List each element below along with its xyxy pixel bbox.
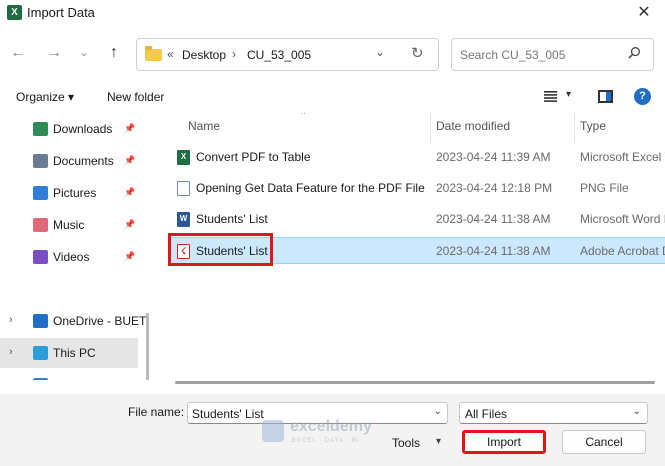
pin-icon[interactable]: 📌 <box>124 187 135 198</box>
file-type: Adobe Acrobat D <box>580 244 665 258</box>
sidebar-item-pictures[interactable]: Pictures 📌 <box>0 178 138 208</box>
file-name-label: File name: <box>128 405 185 419</box>
window-title: Import Data <box>27 5 95 20</box>
forward-arrow-icon[interactable]: → <box>43 42 65 64</box>
sidebar-item-onedrive-buet[interactable]: › OneDrive - BUET <box>0 306 146 336</box>
file-name-value[interactable]: Students' List <box>192 407 264 421</box>
sidebar-item-label: Downloads <box>53 122 113 136</box>
horizontal-scrollbar[interactable] <box>175 381 655 384</box>
sidebar-item-downloads[interactable]: Downloads 📌 <box>0 114 138 144</box>
cancel-button[interactable]: Cancel <box>562 430 646 454</box>
file-type-value[interactable]: All Files <box>465 407 507 421</box>
selected-file-highlight <box>168 233 273 266</box>
expand-chevron-icon[interactable]: › <box>9 314 13 326</box>
sidebar-item-this-pc[interactable]: › This PC <box>0 338 138 368</box>
title-bar: Import Data ✕ <box>0 0 665 26</box>
file-type: PNG File <box>580 181 629 195</box>
watermark-tagline: EXCEL · DATA · BI <box>292 438 360 444</box>
navigation-bar: ← → ⌄ ↑ « Desktop › CU_53_005 ⌄ ↻ Search… <box>0 34 665 74</box>
sidebar-item-label: This PC <box>53 346 96 360</box>
pin-icon[interactable]: 📌 <box>124 219 135 230</box>
png-file-icon <box>177 181 190 196</box>
network-icon <box>33 378 48 380</box>
search-icon <box>628 47 640 59</box>
address-overflow[interactable]: « <box>167 47 174 61</box>
chevron-down-icon[interactable]: ⌄ <box>73 42 95 64</box>
file-date: 2023-04-24 11:38 AM <box>436 244 551 258</box>
column-header-date[interactable]: Date modified <box>436 119 510 133</box>
help-icon[interactable]: ? <box>634 88 651 105</box>
column-header-name[interactable]: Name <box>188 119 220 133</box>
sidebar-item-label: Videos <box>53 250 90 264</box>
file-date: 2023-04-24 12:18 PM <box>436 181 553 195</box>
sidebar-item-label: Network <box>53 378 97 380</box>
close-icon[interactable]: ✕ <box>631 2 657 24</box>
pin-icon[interactable]: 📌 <box>124 123 135 134</box>
excel-file-icon <box>177 150 190 165</box>
organize-button[interactable]: Organize ▾ <box>16 90 74 104</box>
refresh-icon[interactable]: ↻ <box>411 44 424 62</box>
sidebar-item-music[interactable]: Music 📌 <box>0 210 138 240</box>
tools-dropdown-icon[interactable]: ▾ <box>436 436 441 447</box>
pin-icon[interactable]: 📌 <box>124 155 135 166</box>
command-toolbar: Organize ▾ New folder ▾ ? <box>0 83 665 111</box>
address-dropdown-icon[interactable]: ⌄ <box>375 45 385 59</box>
sidebar-item-label: OneDrive - BUET <box>53 314 147 328</box>
music-icon <box>33 218 48 232</box>
watermark-name: exceldemy <box>290 418 372 435</box>
sort-ascending-icon: ^ <box>301 113 306 119</box>
computer-icon <box>33 346 48 360</box>
column-divider[interactable] <box>430 113 431 143</box>
documents-icon <box>33 154 48 168</box>
file-type-filter[interactable]: All Files ⌄ <box>459 402 648 424</box>
file-name: Students' List <box>196 212 268 226</box>
file-row[interactable]: Opening Get Data Feature for the PDF Fil… <box>168 175 665 202</box>
sidebar-scrollbar[interactable] <box>146 313 149 380</box>
file-date: 2023-04-24 11:38 AM <box>436 212 551 226</box>
file-type: Microsoft Word D <box>580 212 665 226</box>
file-row[interactable]: Convert PDF to Table 2023-04-24 11:39 AM M… <box>168 144 665 171</box>
file-date: 2023-04-24 11:39 AM <box>436 150 551 164</box>
preview-pane-icon[interactable] <box>598 90 613 103</box>
view-dropdown-icon[interactable]: ▾ <box>566 89 571 100</box>
breadcrumb-folder[interactable]: CU_53_005 <box>247 48 311 62</box>
address-bar[interactable]: « Desktop › CU_53_005 ⌄ ↻ <box>136 38 439 71</box>
file-type: Microsoft Excel W <box>580 150 665 164</box>
breadcrumb-separator: › <box>232 47 236 61</box>
import-button[interactable]: Import <box>462 430 546 454</box>
file-name: Convert PDF to Table <box>196 150 311 164</box>
sidebar-item-videos[interactable]: Videos 📌 <box>0 242 138 272</box>
sidebar-item-network[interactable]: › Network <box>0 370 138 380</box>
sidebar-item-label: Music <box>53 218 85 232</box>
sidebar-item-label: Documents <box>53 154 114 168</box>
sidebar-item-label: Pictures <box>53 186 97 200</box>
expand-chevron-icon[interactable]: › <box>9 346 13 358</box>
pictures-icon <box>33 186 48 200</box>
column-header-type[interactable]: Type <box>580 119 606 133</box>
chevron-down-icon[interactable]: ⌄ <box>434 406 442 417</box>
sidebar-item-documents[interactable]: Documents 📌 <box>0 146 138 176</box>
up-arrow-icon[interactable]: ↑ <box>103 42 125 64</box>
navigation-pane: Downloads 📌 Documents 📌 Pictures 📌 Music 📌 Video… <box>0 113 154 380</box>
excel-icon <box>7 5 22 20</box>
videos-icon <box>33 250 48 264</box>
pin-icon[interactable]: 📌 <box>124 251 135 262</box>
back-arrow-icon[interactable]: ← <box>7 42 29 64</box>
view-list-icon[interactable] <box>544 91 557 102</box>
search-input[interactable]: Search CU_53_005 <box>460 48 565 62</box>
new-folder-button[interactable]: New folder <box>107 90 164 104</box>
file-name: Opening Get Data Feature for the PDF Fil… <box>196 181 425 195</box>
expand-chevron-icon[interactable]: › <box>9 378 13 380</box>
chevron-down-icon[interactable]: ⌄ <box>633 406 641 417</box>
tools-button[interactable]: Tools <box>392 436 420 450</box>
word-file-icon <box>177 212 190 227</box>
search-box[interactable]: Search CU_53_005 <box>451 38 654 71</box>
file-row[interactable]: Students' List 2023-04-24 11:38 AM Microso… <box>168 206 665 233</box>
cloud-icon <box>33 314 48 328</box>
download-icon <box>33 122 48 136</box>
watermark-icon <box>262 420 284 442</box>
column-divider[interactable] <box>574 113 575 143</box>
breadcrumb-desktop[interactable]: Desktop <box>182 48 226 62</box>
folder-icon <box>145 46 162 61</box>
